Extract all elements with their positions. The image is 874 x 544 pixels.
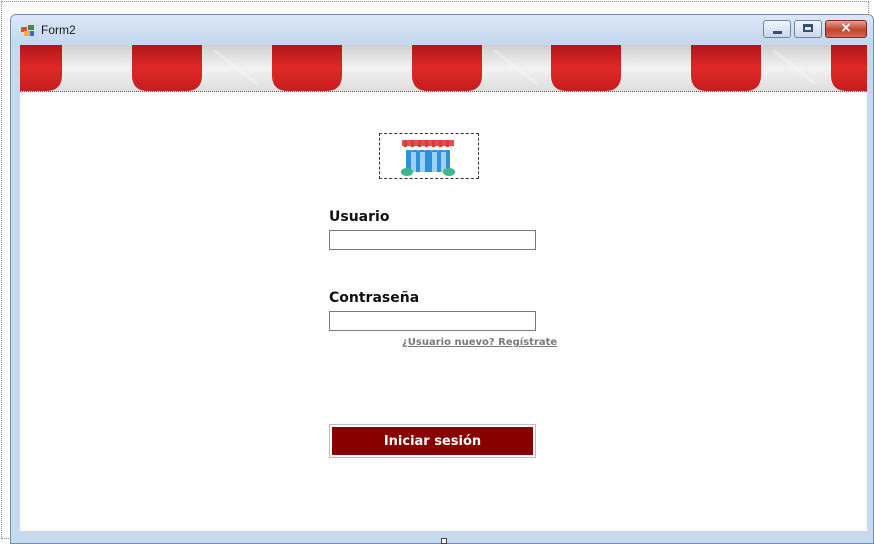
form-client-area: Usuario Contraseña ¿Usuario nuevo? Regís… [20, 45, 867, 531]
close-icon: × [840, 20, 852, 36]
header-awning-image [20, 45, 867, 92]
storefront-icon [401, 140, 455, 176]
maximize-button[interactable] [794, 20, 822, 38]
username-label: Usuario [329, 209, 390, 225]
password-label: Contraseña [329, 290, 420, 306]
resize-handle[interactable] [441, 538, 447, 544]
minimize-icon [773, 31, 782, 34]
logo-picturebox [379, 133, 479, 179]
username-input[interactable] [329, 230, 536, 250]
window-title: Form2 [41, 23, 76, 37]
password-input[interactable] [329, 311, 536, 331]
title-bar[interactable]: Form2 × [11, 15, 873, 45]
form-icon [21, 25, 34, 36]
login-button[interactable]: Iniciar sesión [329, 424, 536, 458]
maximize-icon [803, 24, 813, 32]
close-button[interactable]: × [825, 20, 867, 38]
minimize-button[interactable] [763, 20, 791, 38]
form-window: Form2 × Usuario Contraseña ¿Usuario nuev… [10, 14, 874, 544]
login-button-label: Iniciar sesión [332, 427, 533, 455]
register-link[interactable]: ¿Usuario nuevo? Regístrate [402, 337, 557, 348]
